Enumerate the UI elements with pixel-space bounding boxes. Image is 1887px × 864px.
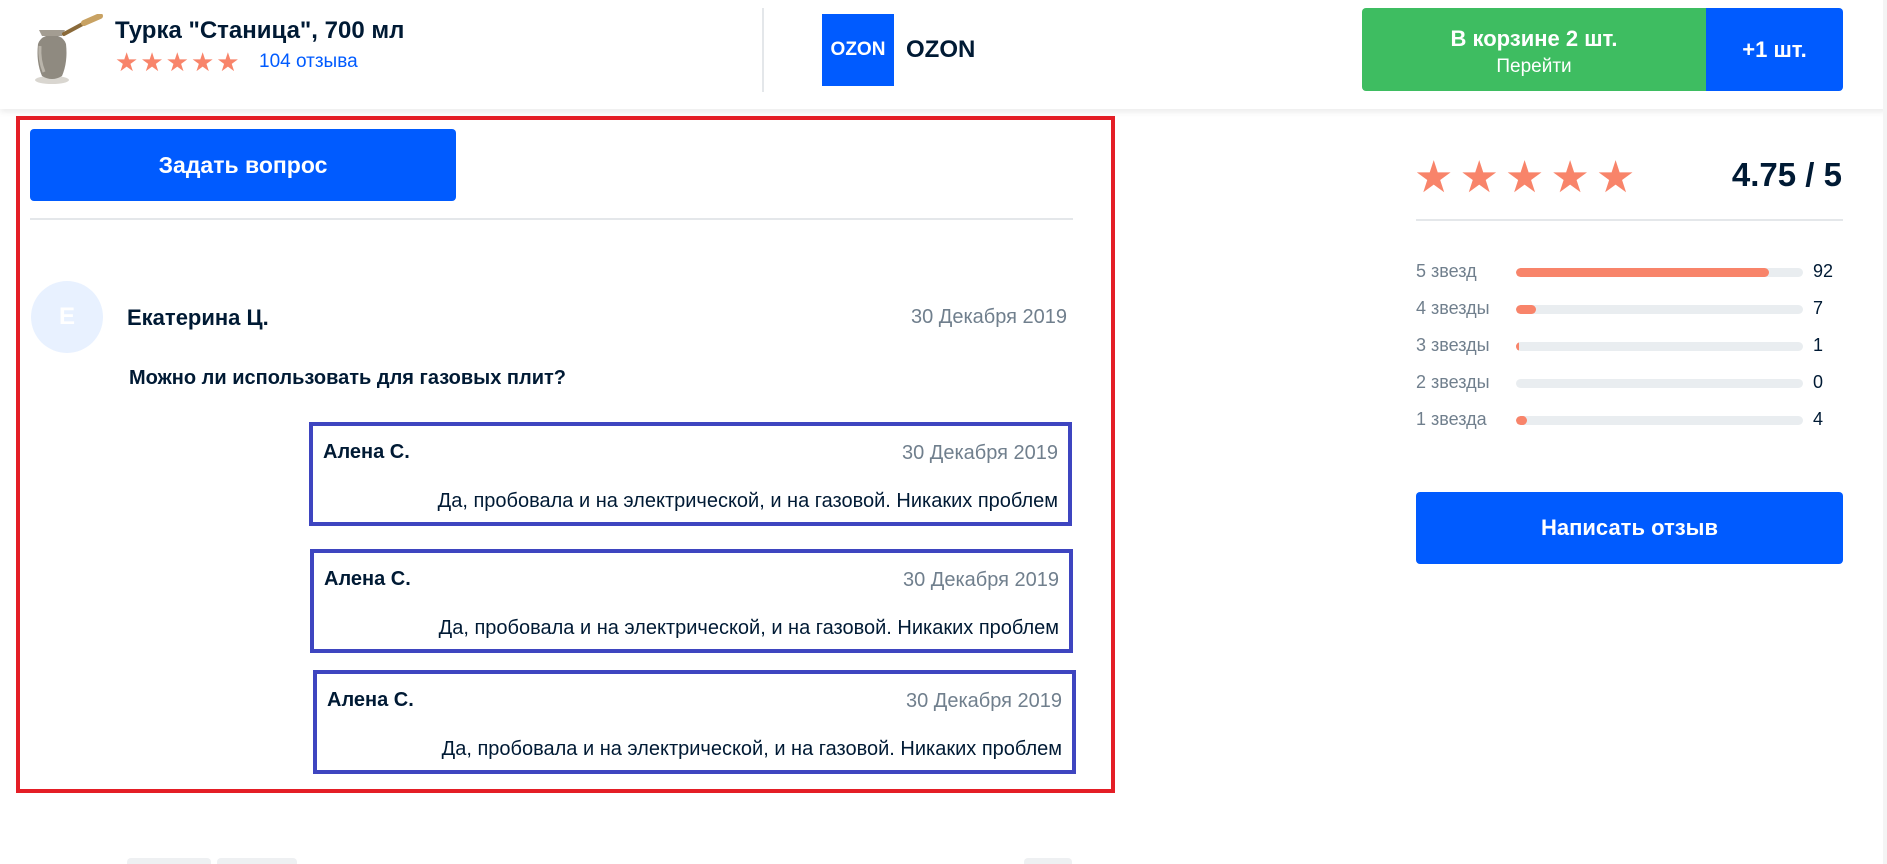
rating-value: 4.75 / 5 [1731, 156, 1842, 193]
pagination-button[interactable] [1024, 858, 1072, 864]
rating-divider [1416, 219, 1843, 221]
star-icon: ★ [190, 47, 215, 77]
cart-go-label: Перейти [1496, 56, 1572, 77]
reviews-count-link[interactable]: 104 отзыва [259, 51, 358, 73]
ask-question-button[interactable]: Задать вопрос [30, 129, 456, 201]
answer-author: Алена С. [324, 568, 411, 590]
rating-bar-fill [1516, 342, 1519, 351]
page-scrollbar[interactable] [1883, 0, 1887, 864]
write-review-button[interactable]: Написать отзыв [1416, 492, 1843, 564]
rating-row-3-stars[interactable]: 3 звезды 1 [1416, 333, 1843, 359]
rating-row-count: 4 [1813, 409, 1824, 429]
rating-bar [1516, 342, 1803, 351]
answer-card: Алена С. 30 Декабря 2019 Да, пробовала и… [313, 670, 1076, 774]
rating-bar [1516, 305, 1803, 314]
header-divider [762, 8, 764, 92]
question-author: Екатерина Ц. [127, 305, 269, 330]
go-to-cart-button[interactable]: В корзине 2 шт. Перейти [1362, 8, 1706, 91]
rating-bar-fill [1516, 305, 1537, 314]
sticky-product-header: Турка "Станица", 700 мл ★ ★ ★ ★ ★ 104 от… [0, 0, 1887, 109]
rating-bar-fill [1516, 416, 1528, 425]
rating-row-count: 1 [1813, 335, 1824, 355]
rating-row-label: 1 звезда [1416, 409, 1487, 429]
answer-date: 30 Декабря 2019 [902, 569, 1059, 591]
rating-row-label: 3 звезды [1416, 335, 1490, 355]
rating-bar [1516, 416, 1803, 425]
answer-card: Алена С. 30 Декабря 2019 Да, пробовала и… [310, 549, 1073, 653]
pagination-button[interactable] [127, 858, 211, 864]
rating-row-5-stars[interactable]: 5 звезд 92 [1416, 259, 1843, 285]
answer-author: Алена С. [323, 441, 410, 463]
rating-row-1-star[interactable]: 1 звезда 4 [1416, 407, 1843, 433]
question-text: Можно ли использовать для газовых плит? [129, 367, 567, 389]
rating-row-label: 2 звезды [1416, 372, 1490, 392]
star-icon: ★ [115, 47, 139, 77]
rating-bar [1516, 268, 1803, 277]
star-icon: ★ [165, 47, 189, 77]
star-icon: ★ [140, 47, 164, 77]
rating-row-2-stars[interactable]: 2 звезды 0 [1416, 370, 1843, 396]
question-date: 30 Декабря 2019 [910, 306, 1067, 328]
cart-count-label: В корзине 2 шт. [1450, 26, 1618, 51]
product-rating-stars: ★ ★ ★ ★ ★ [115, 49, 240, 75]
seller-logo[interactable]: OZON [822, 14, 894, 86]
avatar: Е [31, 281, 103, 353]
star-icon: ★ [1504, 153, 1545, 202]
answer-date: 30 Декабря 2019 [905, 690, 1062, 712]
add-one-more-button[interactable]: +1 шт. [1706, 8, 1843, 91]
rating-row-label: 4 звезды [1416, 298, 1490, 318]
star-icon: ★ [1595, 153, 1636, 202]
answer-card: Алена С. 30 Декабря 2019 Да, пробовала и… [309, 422, 1072, 526]
pagination-button[interactable] [217, 858, 297, 864]
rating-row-4-stars[interactable]: 4 звезды 7 [1416, 296, 1843, 322]
rating-bar-fill [1516, 268, 1769, 277]
answer-author: Алена С. [327, 689, 414, 711]
rating-row-count: 92 [1813, 261, 1834, 281]
star-icon: ★ [216, 47, 240, 77]
star-icon: ★ [1550, 153, 1590, 202]
answer-text: Да, пробовала и на электрической, и на г… [437, 490, 1058, 512]
answer-text: Да, пробовала и на электрической, и на г… [441, 738, 1062, 760]
star-icon: ★ [1414, 153, 1454, 202]
seller-name[interactable]: OZON [906, 36, 975, 64]
rating-row-label: 5 звезд [1416, 261, 1477, 281]
answer-text: Да, пробовала и на электрической, и на г… [438, 617, 1059, 639]
product-thumbnail-image[interactable] [28, 14, 106, 86]
overall-rating-stars: ★ ★ ★ ★ ★ [1414, 156, 1635, 200]
rating-row-count: 7 [1813, 298, 1824, 318]
answer-date: 30 Декабря 2019 [901, 442, 1058, 464]
rating-bar [1516, 379, 1803, 388]
product-title: Турка "Станица", 700 мл [115, 17, 405, 44]
qa-divider [30, 218, 1073, 220]
rating-row-count: 0 [1813, 372, 1824, 392]
star-icon: ★ [1459, 153, 1499, 202]
